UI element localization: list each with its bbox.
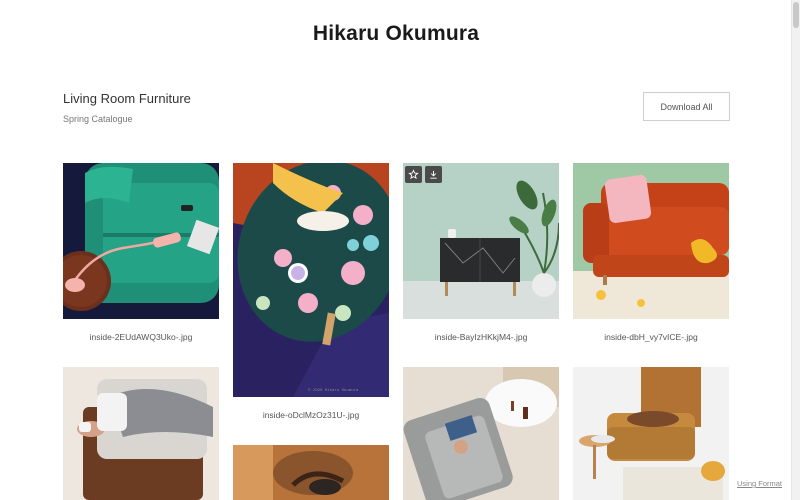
download-button[interactable] <box>425 166 442 183</box>
download-icon <box>430 170 437 179</box>
photo-tile-mustard-sofa[interactable] <box>573 367 729 500</box>
photo-caption-2[interactable]: inside-oDclMzOz31U-.jpg <box>233 410 389 420</box>
star-icon <box>408 169 419 180</box>
photo-tile-coffee-table[interactable]: © 2020 Hikaru Okumura <box>233 163 389 397</box>
photo-tile-green-sofa[interactable] <box>63 163 219 319</box>
photo-tile-grey-sofa[interactable] <box>403 367 559 500</box>
download-all-button[interactable]: Download All <box>643 92 730 121</box>
photo-caption-3[interactable]: inside-BayIzHKkjM4-.jpg <box>403 332 559 342</box>
using-format-link[interactable]: Using Format <box>737 479 782 488</box>
photo-tile-marble-cabinet[interactable] <box>403 163 559 319</box>
photo-green-sofa <box>63 163 219 319</box>
photo-mustard-sofa <box>573 367 729 500</box>
photo-wicker-chair <box>233 445 389 500</box>
site-title: Hikaru Okumura <box>312 22 480 45</box>
photo-action-bar <box>405 166 442 183</box>
photo-tile-armchair[interactable] <box>63 367 219 500</box>
svg-text:© 2020 Hikaru Okumura: © 2020 Hikaru Okumura <box>308 388 359 393</box>
photo-grey-sofa <box>403 367 559 500</box>
gallery-subtitle: Spring Catalogue <box>63 114 133 124</box>
photo-orange-sofa <box>573 163 729 319</box>
photo-coffee-table: © 2020 Hikaru Okumura <box>233 163 389 397</box>
photo-tile-wicker-chair[interactable] <box>233 445 389 500</box>
photo-tile-orange-sofa[interactable] <box>573 163 729 319</box>
photo-marble-cabinet <box>403 163 559 319</box>
scrollbar-thumb[interactable] <box>793 2 799 28</box>
page-scrollbar[interactable] <box>791 0 800 500</box>
photo-caption-1[interactable]: inside-2EUdAWQ3Uko-.jpg <box>63 332 219 342</box>
photo-caption-4[interactable]: inside-dbH_vy7vICE-.jpg <box>573 332 729 342</box>
photo-armchair <box>63 367 219 500</box>
favorite-button[interactable] <box>405 166 422 183</box>
gallery-title: Living Room Furniture <box>63 91 191 106</box>
